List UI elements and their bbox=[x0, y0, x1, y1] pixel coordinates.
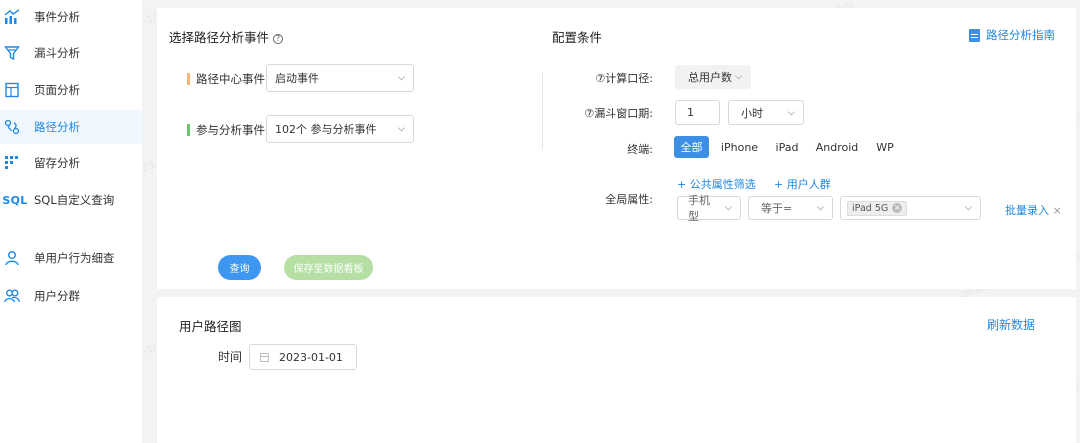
path-guide-link[interactable]: 路径分析指南 bbox=[969, 27, 1055, 43]
dot-grid-icon bbox=[4, 155, 20, 171]
sidebar-item-label: 页面分析 bbox=[34, 83, 80, 97]
date-picker[interactable]: 2023-01-01 bbox=[249, 344, 357, 370]
chevron-down-icon bbox=[397, 124, 406, 132]
attribute-operator-select[interactable]: 等于= bbox=[748, 196, 833, 220]
sidebar-item-funnel-analysis[interactable]: 漏斗分析 bbox=[0, 36, 142, 70]
bar-chart-icon bbox=[4, 9, 20, 25]
green-marker-icon bbox=[187, 124, 190, 136]
refresh-data-link[interactable]: 刷新数据 bbox=[987, 316, 1035, 333]
sidebar-item-single-user[interactable]: 单用户行为细查 bbox=[0, 241, 142, 275]
event-select-title: 选择路径分析事件? bbox=[169, 27, 284, 46]
attribute-value-tag: iPad 5G × bbox=[847, 200, 908, 216]
center-event-label: 路径中心事件 bbox=[187, 71, 265, 87]
user-path-chart-panel: 用户路径图 刷新数据 时间 2023-01-01 bbox=[157, 297, 1076, 443]
chevron-down-icon bbox=[964, 203, 973, 211]
sidebar-item-label: SQL自定义查询 bbox=[34, 193, 115, 207]
chevron-down-icon bbox=[734, 72, 743, 80]
calendar-icon bbox=[260, 352, 269, 362]
terminal-ipad-button[interactable]: iPad bbox=[769, 136, 805, 158]
close-icon[interactable]: × bbox=[892, 203, 903, 213]
sidebar-item-label: 留存分析 bbox=[34, 156, 80, 170]
config-title: 配置条件 bbox=[552, 30, 603, 45]
sidebar-item-label: 用户分群 bbox=[34, 289, 80, 303]
attribute-field-select[interactable]: 手机型 bbox=[677, 194, 741, 223]
sidebar: 事件分析 漏斗分析 页面分析 路径分析 留存分析 SQL SQL自定义查询 单用… bbox=[0, 0, 142, 443]
sidebar-item-user-segments[interactable]: 用户分群 bbox=[0, 279, 142, 313]
terminal-android-button[interactable]: Android bbox=[812, 136, 862, 158]
sql-icon: SQL bbox=[2, 193, 28, 207]
metric-label: ⑦计算口径: bbox=[595, 72, 653, 85]
column-divider bbox=[542, 72, 543, 150]
users-icon bbox=[4, 288, 20, 304]
public-attribute-filter-link[interactable]: + 公共属性筛选 bbox=[677, 176, 756, 192]
orange-marker-icon bbox=[187, 73, 190, 85]
center-event-select[interactable]: 启动事件 bbox=[266, 64, 414, 92]
path-chart-title: 用户路径图 bbox=[179, 319, 242, 334]
path-icon bbox=[4, 119, 20, 135]
path-analysis-config-panel: 选择路径分析事件? 路径中心事件 启动事件 参与分析事件 102个 参与分析事件… bbox=[157, 8, 1076, 289]
sidebar-item-label: 事件分析 bbox=[34, 10, 80, 24]
global-attribute-label: 全局属性: bbox=[605, 193, 653, 206]
sidebar-item-page-analysis[interactable]: 页面分析 bbox=[0, 73, 142, 107]
close-icon[interactable]: × bbox=[1053, 204, 1062, 217]
metric-select[interactable]: 总用户数 bbox=[675, 65, 751, 89]
terminal-iphone-button[interactable]: iPhone bbox=[717, 136, 762, 158]
window-label: ⑦漏斗窗口期: bbox=[584, 107, 653, 120]
query-button[interactable]: 查询 bbox=[218, 255, 261, 280]
sidebar-item-label: 单用户行为细查 bbox=[34, 251, 115, 265]
sidebar-item-retention-analysis[interactable]: 留存分析 bbox=[0, 146, 142, 180]
sidebar-item-event-analysis[interactable]: 事件分析 bbox=[0, 0, 142, 34]
participating-events-select[interactable]: 102个 参与分析事件 bbox=[266, 115, 414, 143]
sidebar-item-label: 漏斗分析 bbox=[34, 46, 80, 60]
time-label: 时间 bbox=[218, 350, 243, 364]
chevron-down-icon bbox=[397, 73, 406, 81]
user-group-link[interactable]: + 用户人群 bbox=[774, 176, 831, 192]
window-unit-select[interactable]: 小时 bbox=[728, 100, 804, 125]
help-icon[interactable]: ? bbox=[273, 34, 284, 44]
terminal-all-button[interactable]: 全部 bbox=[674, 136, 709, 158]
chevron-down-icon bbox=[787, 107, 796, 116]
funnel-icon bbox=[4, 45, 20, 61]
save-to-dashboard-button[interactable]: 保存至数据看板 bbox=[284, 255, 373, 280]
sidebar-item-path-analysis[interactable]: 路径分析 bbox=[0, 110, 142, 144]
attribute-value-select[interactable]: iPad 5G × bbox=[840, 196, 981, 220]
participating-events-label: 参与分析事件 bbox=[187, 122, 265, 138]
terminal-label: 终端: bbox=[627, 143, 653, 156]
chevron-down-icon bbox=[724, 203, 733, 211]
chevron-down-icon bbox=[816, 203, 825, 211]
sidebar-item-sql-query[interactable]: SQL SQL自定义查询 bbox=[0, 183, 142, 217]
page-layout-icon bbox=[4, 82, 20, 98]
window-number-input[interactable]: 1 bbox=[675, 100, 720, 125]
sidebar-item-label: 路径分析 bbox=[34, 120, 80, 134]
batch-entry-link[interactable]: 批量录入 × bbox=[1005, 202, 1062, 218]
user-icon bbox=[4, 250, 20, 266]
document-icon bbox=[969, 28, 980, 42]
terminal-wp-button[interactable]: WP bbox=[869, 136, 901, 158]
